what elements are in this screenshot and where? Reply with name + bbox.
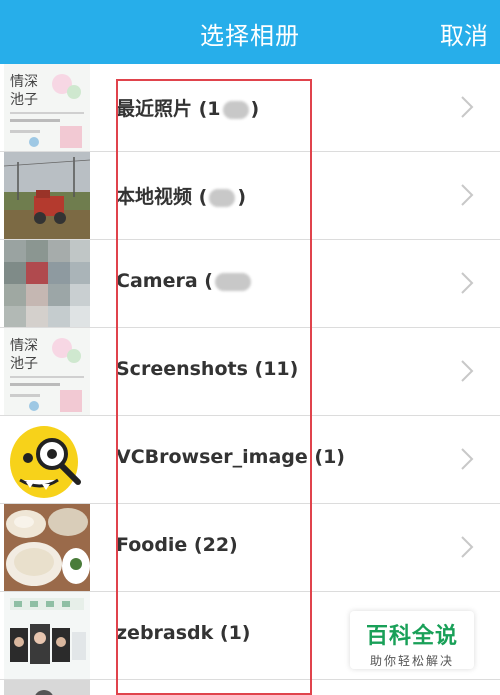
chevron-right-icon	[461, 272, 474, 294]
album-thumbnail	[4, 152, 90, 239]
album-label: Camera (	[116, 270, 253, 292]
blurred-count	[222, 100, 249, 119]
svg-text:池子: 池子	[10, 92, 38, 108]
album-row-foodie[interactable]: Foodie (22)	[0, 504, 500, 592]
album-label-prefix: 本地视频 (	[116, 186, 208, 208]
album-label-suffix: )	[237, 186, 246, 208]
album-thumbnail	[4, 592, 90, 679]
album-label: Foodie (22)	[116, 534, 238, 556]
album-label: zebrasdk (1)	[116, 622, 251, 644]
album-thumbnail: 情深 池子	[4, 64, 90, 151]
album-thumbnail	[4, 416, 90, 503]
svg-text:情深: 情深	[10, 74, 38, 90]
chevron-right-icon	[461, 536, 474, 558]
album-row-partial[interactable]	[0, 680, 500, 695]
blurred-count	[209, 188, 236, 207]
blurred-count	[214, 272, 251, 291]
cancel-button[interactable]: 取消	[440, 16, 488, 51]
album-list: 情深 池子 最近照片 (1) 本地视频 () Camera (情深 池子 S…	[0, 64, 500, 695]
album-row-camera[interactable]: Camera (	[0, 240, 500, 328]
svg-text:情深: 情深	[10, 338, 38, 354]
watermark-logo: 百科全说 助你轻松解决	[350, 611, 474, 669]
album-label: VCBrowser_image (1)	[116, 446, 345, 468]
album-thumbnail: 情深 池子	[4, 328, 90, 415]
album-label: 最近照片 (1)	[116, 94, 259, 121]
top-bar: 选择相册 取消	[0, 0, 500, 64]
chevron-right-icon	[461, 96, 474, 118]
chevron-right-icon	[461, 448, 474, 470]
album-thumbnail	[4, 680, 90, 695]
album-label: Screenshots (11)	[116, 358, 299, 380]
page-title: 选择相册	[200, 22, 300, 50]
album-label-prefix: 最近照片 (1	[116, 98, 221, 120]
album-label-suffix: )	[250, 98, 260, 120]
album-picker-screen: 选择相册 取消 情深 池子 最近照片 (1) 本地视频 () Camera (…	[0, 0, 500, 695]
album-label: 本地视频 ()	[116, 182, 246, 209]
album-row-screenshots[interactable]: 情深 池子 Screenshots (11)	[0, 328, 500, 416]
watermark-main-text: 百科全说	[365, 624, 458, 649]
svg-text:池子: 池子	[10, 356, 38, 372]
album-thumbnail	[4, 504, 90, 591]
album-label-prefix: Camera (	[116, 270, 213, 292]
album-row-recent[interactable]: 情深 池子 最近照片 (1)	[0, 64, 500, 152]
album-row-vcbrowser-image[interactable]: VCBrowser_image (1)	[0, 416, 500, 504]
chevron-right-icon	[461, 184, 474, 206]
watermark-sub-text: 助你轻松解决	[369, 654, 454, 668]
album-row-local-video[interactable]: 本地视频 ()	[0, 152, 500, 240]
album-thumbnail	[4, 240, 90, 327]
chevron-right-icon	[461, 360, 474, 382]
